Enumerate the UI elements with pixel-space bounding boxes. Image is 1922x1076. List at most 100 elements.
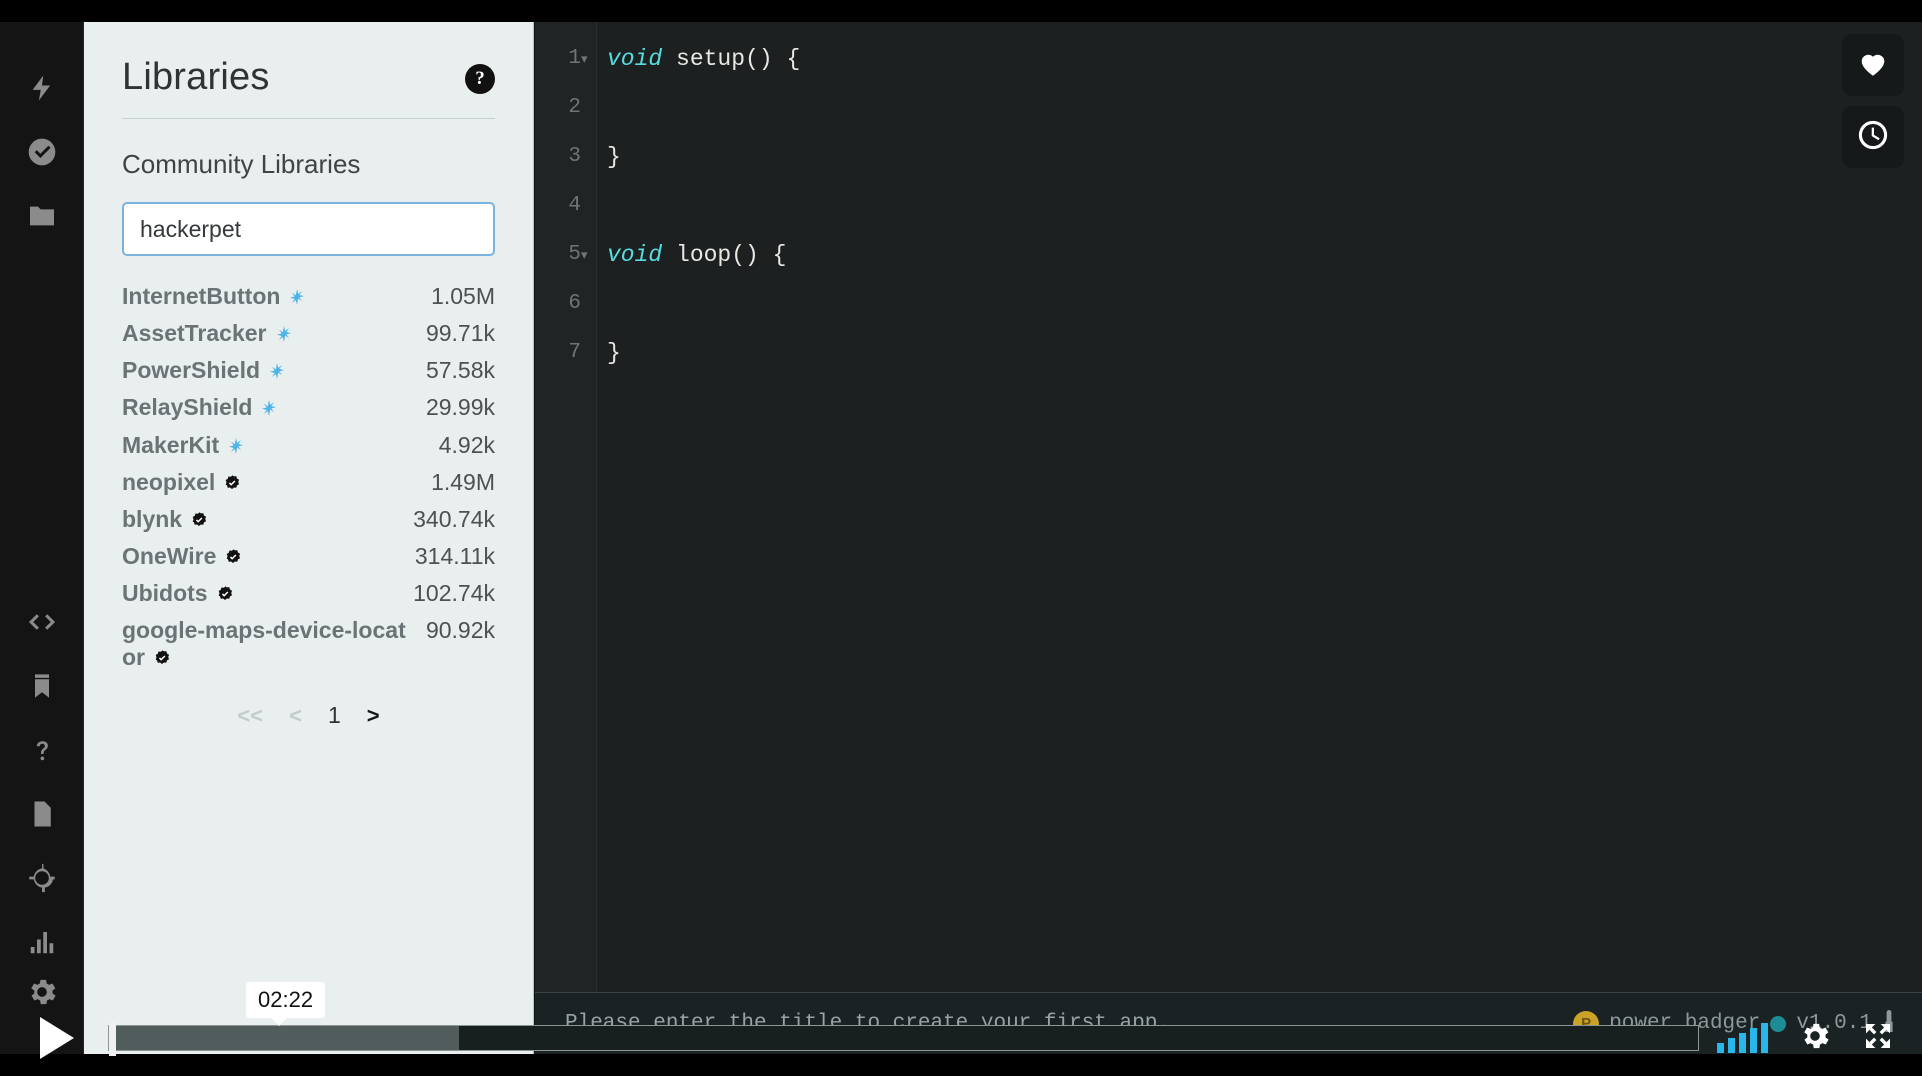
library-name-wrapper: RelayShield (122, 394, 278, 421)
pagination-prev[interactable]: < (289, 703, 302, 729)
code-line[interactable]: } (597, 132, 1922, 181)
code-text: } (607, 339, 621, 366)
library-list-item[interactable]: MakerKit 4.92k (122, 427, 495, 464)
progress-playhead[interactable] (109, 1022, 116, 1056)
code-text: setup() { (662, 45, 801, 72)
library-list-item[interactable]: OneWire 314.11k (122, 538, 495, 575)
folder-icon (26, 200, 58, 237)
pagination-current-page[interactable]: 1 (328, 702, 341, 729)
code-line-text: } (597, 144, 621, 170)
code-line[interactable] (597, 181, 1922, 230)
library-install-count: 1.49M (431, 468, 495, 495)
library-install-count: 4.92k (438, 431, 495, 458)
library-name: Ubidots (122, 580, 208, 606)
code-text: loop() { (662, 241, 787, 268)
flash-icon (27, 73, 57, 108)
play-button[interactable] (0, 1000, 108, 1076)
rail-bottom-group (0, 592, 84, 976)
player-right-controls (1717, 1019, 1922, 1058)
favorite-button[interactable] (1842, 34, 1904, 96)
help-button[interactable]: ? (465, 64, 495, 94)
code-line[interactable] (597, 279, 1922, 328)
library-name: blynk (122, 505, 183, 532)
verified-check-icon (190, 511, 208, 533)
progress-track[interactable] (108, 1022, 1699, 1056)
target-icon (25, 861, 59, 900)
code-keyword: void (607, 45, 663, 72)
code-line-text: void setup() { (597, 46, 800, 72)
fullscreen-button[interactable] (1862, 1020, 1894, 1057)
official-star-icon (275, 326, 293, 347)
code-fold-toggle[interactable]: ▾ (581, 34, 588, 83)
history-button[interactable] (1842, 106, 1904, 168)
official-star-icon (288, 289, 306, 310)
code-line[interactable] (597, 83, 1922, 132)
rail-item-devices[interactable] (0, 848, 84, 912)
library-name-wrapper: neopixel (122, 469, 241, 496)
library-name-wrapper: OneWire (122, 543, 242, 570)
library-name-wrapper: blynk (122, 506, 208, 533)
library-list-item[interactable]: AssetTracker 99.71k (122, 315, 495, 352)
particle-web-ide-video: Libraries ? Community Libraries Internet… (0, 0, 1922, 1076)
code-fold-toggle[interactable]: ▾ (581, 230, 588, 279)
code-line-text: } (597, 340, 621, 366)
library-install-count: 314.11k (414, 542, 495, 569)
library-name-wrapper: InternetButton (122, 283, 306, 310)
video-frame: Libraries ? Community Libraries Internet… (0, 0, 1922, 1076)
official-star-icon (260, 400, 278, 421)
library-list-item[interactable]: google-maps-device-locator 90.92k (122, 612, 495, 676)
library-list-item[interactable]: neopixel 1.49M (122, 464, 495, 501)
rail-item-flash[interactable] (0, 58, 84, 122)
library-list-item[interactable]: RelayShield 29.99k (122, 389, 495, 426)
library-install-count: 90.92k (425, 617, 495, 644)
library-name: AssetTracker (122, 320, 267, 347)
player-settings-button[interactable] (1798, 1019, 1832, 1058)
code-keyword: void (607, 241, 663, 268)
line-number-gutter: 1 ▾ 2 3 4 5 ▾ 6 7 (535, 22, 597, 1054)
quality-indicator[interactable] (1717, 1023, 1768, 1053)
search-input[interactable] (122, 202, 495, 256)
code-content[interactable]: void setup() {} void loop() {} (597, 22, 1922, 1054)
document-icon (27, 799, 57, 834)
clock-icon (1856, 118, 1890, 157)
library-name-wrapper: PowerShield (122, 357, 286, 384)
code-editor[interactable]: 1 ▾ 2 3 4 5 ▾ 6 7 void setup() {} void loop() {} (535, 22, 1922, 1054)
library-list-item[interactable]: Ubidots 102.74k (122, 575, 495, 612)
library-name: RelayShield (122, 394, 253, 421)
rail-item-document[interactable] (0, 784, 84, 848)
question-mark-icon (27, 735, 57, 770)
verified-check-icon (216, 585, 234, 607)
rail-item-help[interactable] (0, 720, 84, 784)
rail-item-bookmark[interactable] (0, 656, 84, 720)
pagination: << < 1 > (122, 702, 495, 729)
pagination-next[interactable]: > (367, 703, 380, 729)
verified-check-icon (223, 474, 241, 496)
rail-item-verify[interactable] (0, 122, 84, 186)
library-name-wrapper: MakerKit (122, 432, 245, 459)
library-name-wrapper: google-maps-device-locator (122, 617, 414, 671)
library-name: neopixel (122, 468, 216, 495)
code-line[interactable]: void setup() { (597, 34, 1922, 83)
code-line[interactable]: } (597, 328, 1922, 377)
rail-item-code[interactable] (0, 592, 84, 656)
verify-icon (26, 136, 58, 173)
code-line-text: void loop() { (597, 242, 786, 268)
library-list-item[interactable]: InternetButton 1.05M (122, 278, 495, 315)
video-content: Libraries ? Community Libraries Internet… (0, 22, 1922, 1054)
line-number: 7 (568, 341, 581, 364)
library-list-item[interactable]: blynk 340.74k (122, 501, 495, 538)
section-title: Community Libraries (122, 149, 361, 179)
library-name: InternetButton (122, 283, 281, 309)
code-line[interactable]: void loop() { (597, 230, 1922, 279)
official-star-icon (268, 363, 286, 384)
line-number: 4 (568, 194, 581, 217)
pagination-first[interactable]: << (237, 703, 263, 729)
progress-buffered (109, 1026, 459, 1050)
progress-bar-wrapper[interactable]: 02:22 (108, 982, 1717, 1076)
library-name: MakerKit (122, 431, 220, 458)
library-list-item[interactable]: PowerShield 57.58k (122, 352, 495, 389)
rail-item-folder[interactable] (0, 186, 84, 250)
video-player-controls: 02:22 (0, 982, 1922, 1076)
panel-header: Libraries ? (84, 22, 533, 96)
page-title: Libraries (122, 56, 270, 98)
